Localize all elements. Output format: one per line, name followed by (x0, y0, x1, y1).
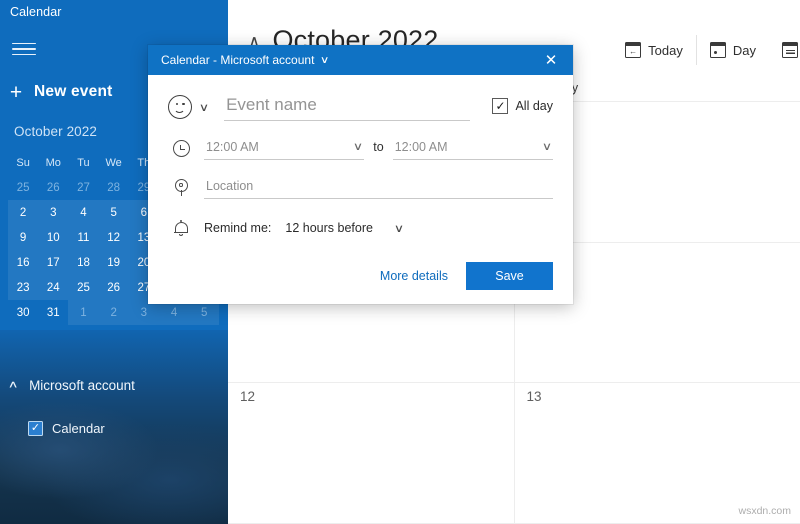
calendar-today-icon: ← (624, 42, 642, 58)
hamburger-bar (12, 42, 36, 45)
hamburger-menu-icon[interactable] (9, 38, 39, 60)
chevron-down-icon: ∨ (320, 54, 330, 66)
mini-calendar-day[interactable]: 1 (68, 300, 99, 325)
calendar-checkbox-item[interactable]: ✓ Calendar (28, 421, 105, 436)
all-day-checkbox[interactable]: ✓ All day (492, 97, 553, 117)
smiley-face-icon[interactable] (168, 95, 192, 119)
close-icon[interactable]: ✕ (529, 45, 573, 75)
reminder-value: 12 hours before (285, 221, 373, 235)
calendar-day-number: 12 (240, 389, 256, 405)
end-time-field[interactable]: ∨ (392, 137, 553, 160)
checkbox-icon[interactable]: ✓ (28, 421, 43, 436)
start-time-input[interactable] (204, 137, 339, 159)
location-field[interactable] (204, 176, 553, 199)
dialog-body: ∨ ✓ All day ∨ to ∨ (148, 75, 573, 304)
hamburger-bar (12, 53, 36, 56)
smiley-eye (175, 102, 178, 105)
mini-calendar-day[interactable]: 19 (99, 250, 129, 275)
more-details-link[interactable]: More details (380, 269, 448, 283)
reminder-dropdown[interactable]: 12 hours before ∨ (285, 221, 405, 235)
chevron-down-icon[interactable]: ∨ (196, 101, 212, 114)
calendar-day-cell[interactable]: 12 (228, 383, 515, 524)
reminder-row: Remind me: 12 hours before ∨ (168, 217, 553, 239)
clock-icon (168, 138, 194, 160)
mini-calendar-day[interactable]: 25 (68, 275, 98, 300)
new-event-label: New event (34, 83, 113, 100)
location-row (168, 176, 553, 199)
save-button[interactable]: Save (466, 262, 553, 290)
mini-calendar-day[interactable]: 3 (38, 200, 68, 225)
chevron-down-icon[interactable]: ∨ (353, 140, 363, 156)
start-time-field[interactable]: ∨ (204, 137, 365, 160)
mini-calendar-day[interactable]: 16 (8, 250, 38, 275)
reminder-label: Remind me: (204, 221, 272, 235)
to-label: to (373, 140, 384, 154)
calendar-week-row: 12 13 (228, 383, 800, 524)
app-title: Calendar (10, 5, 62, 19)
calendar-day-number: 13 (526, 389, 542, 405)
view-toolbar: ← Today Day (612, 34, 800, 66)
smiley-mouth (174, 106, 185, 113)
dialog-footer: More details Save (380, 262, 553, 290)
mini-calendar-day[interactable]: 25 (8, 175, 38, 200)
day-label: Day (732, 42, 756, 58)
chevron-up-icon: ∧ (7, 379, 19, 391)
plus-icon: + (9, 80, 23, 104)
week-view-button[interactable] (769, 34, 800, 66)
mini-calendar-day[interactable]: 28 (99, 175, 129, 200)
today-label: Today (648, 42, 683, 58)
dialog-titlebar: Calendar - Microsoft account ∨ ✕ (148, 45, 573, 75)
mini-calendar-weekday: Su (16, 156, 30, 169)
mini-calendar-month-label: October 2022 (14, 124, 98, 139)
mini-calendar-weekday: We (105, 156, 122, 169)
mini-calendar-day[interactable]: 5 (99, 200, 129, 225)
time-row: ∨ to ∨ (168, 137, 553, 160)
day-view-button[interactable]: Day (697, 34, 769, 66)
hamburger-bar (12, 48, 36, 50)
event-name-row: ∨ ✓ All day (168, 75, 553, 121)
mini-calendar-weekday: Tu (77, 156, 90, 169)
chevron-down-icon: ∨ (393, 222, 405, 235)
mini-calendar-day[interactable]: 2 (98, 300, 129, 325)
mini-calendar-day[interactable]: 2 (8, 200, 38, 225)
end-time-input[interactable] (392, 137, 528, 159)
dialog-title-text: Calendar - Microsoft account (161, 53, 315, 67)
mini-calendar-day[interactable]: 17 (38, 250, 68, 275)
checkbox-icon[interactable]: ✓ (492, 97, 509, 114)
location-input[interactable] (204, 176, 553, 198)
mini-calendar-day[interactable]: 9 (8, 225, 38, 250)
mini-calendar-day[interactable]: 26 (38, 175, 68, 200)
event-name-input[interactable] (224, 93, 471, 121)
calendar-app-window: Calendar + New event October 2022 Su Mo Tu… (0, 0, 800, 524)
mini-calendar-day[interactable]: 27 (68, 175, 98, 200)
calendar-day-cell[interactable]: 13 (515, 383, 800, 523)
mini-calendar-day[interactable]: 18 (68, 250, 98, 275)
mini-calendar-day[interactable]: 24 (38, 275, 68, 300)
mini-calendar-day[interactable]: 31 (38, 300, 68, 325)
mini-calendar-weekday: Mo (45, 156, 61, 169)
mini-calendar-day[interactable]: 26 (99, 275, 129, 300)
mini-calendar-day[interactable]: 12 (99, 225, 129, 250)
today-button[interactable]: ← Today (612, 34, 696, 66)
smiley-eye (182, 102, 185, 105)
mini-calendar-day[interactable]: 11 (68, 225, 98, 250)
new-event-dialog: Calendar - Microsoft account ∨ ✕ ∨ ✓ All… (148, 45, 573, 304)
calendar-checkbox-label: Calendar (52, 421, 105, 436)
watermark: wsxdn.com (738, 505, 791, 517)
calendar-week-icon (781, 42, 799, 58)
dialog-account-selector[interactable]: Calendar - Microsoft account ∨ (161, 53, 330, 67)
chevron-down-icon[interactable]: ∨ (542, 140, 552, 156)
calendar-day-icon (709, 42, 727, 58)
bell-icon (168, 217, 194, 239)
account-section-label: Microsoft account (29, 378, 135, 393)
mini-calendar-day[interactable]: 10 (38, 225, 68, 250)
location-pin-icon (168, 177, 194, 199)
all-day-label: All day (515, 98, 553, 113)
mini-calendar-day[interactable]: 30 (8, 300, 38, 325)
mini-calendar-day[interactable]: 4 (68, 200, 98, 225)
mini-calendar-day[interactable]: 23 (8, 275, 38, 300)
account-section-header[interactable]: ∧ Microsoft account (7, 378, 135, 393)
